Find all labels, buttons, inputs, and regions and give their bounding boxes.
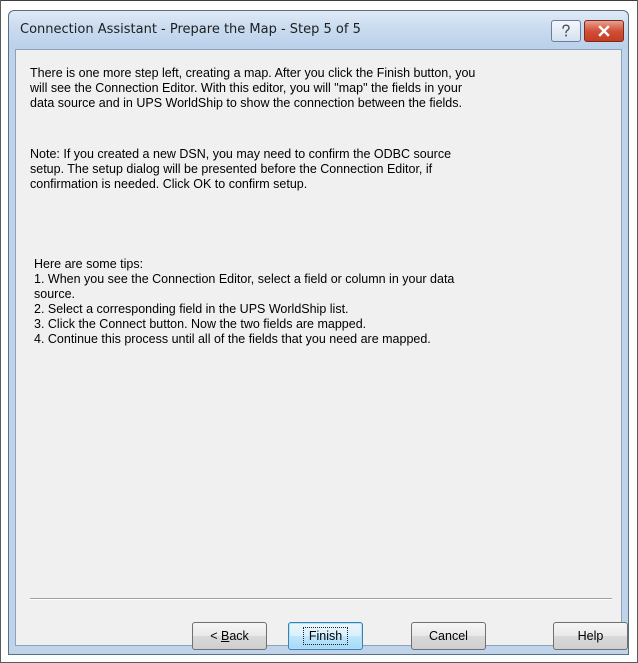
dialog-body: There is one more step left, creating a … — [15, 49, 628, 650]
close-icon — [598, 25, 610, 37]
back-button-label: < Back — [210, 629, 249, 643]
help-button[interactable]: Help — [553, 622, 628, 650]
finish-button-label: Finish — [302, 627, 349, 645]
intro-paragraph: There is one more step left, creating a … — [30, 66, 476, 110]
note-paragraph: Note: If you created a new DSN, you may … — [30, 147, 452, 191]
help-button-label: Help — [577, 629, 604, 643]
cancel-button-label: Cancel — [429, 629, 468, 643]
button-separator — [30, 598, 612, 600]
finish-button[interactable]: Finish — [288, 622, 363, 650]
window-title: Connection Assistant - Prepare the Map -… — [20, 22, 361, 37]
outer-frame-top — [0, 0, 638, 1]
question-mark-icon — [562, 24, 570, 37]
cancel-button[interactable]: Cancel — [411, 622, 486, 650]
titlebar-help-button[interactable] — [551, 20, 581, 42]
tips-paragraph: Here are some tips: 1. When you see the … — [34, 257, 455, 346]
back-button[interactable]: < Back — [192, 622, 267, 650]
connection-assistant-dialog: Connection Assistant - Prepare the Map -… — [8, 10, 629, 655]
title-bar[interactable]: Connection Assistant - Prepare the Map -… — [9, 11, 628, 49]
close-button[interactable] — [584, 20, 624, 42]
outer-frame-left — [0, 0, 1, 663]
